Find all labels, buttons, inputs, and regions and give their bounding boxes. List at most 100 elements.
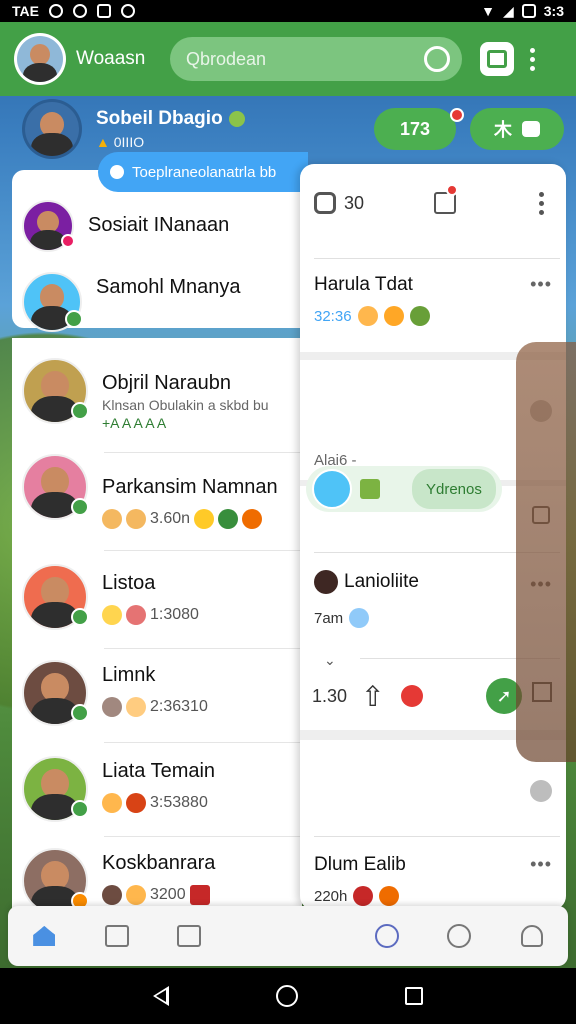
calendar-icon[interactable] [103, 922, 131, 950]
message-preview-text: Toeplraneolanatrla bb [132, 163, 277, 181]
emoji-icon [102, 509, 122, 529]
chat-name: Listoa [102, 572, 156, 594]
avatar [22, 454, 89, 520]
chat-item[interactable]: Parkansim Namnan 3.60n [12, 454, 302, 529]
avatar [22, 848, 89, 914]
avatar [22, 200, 75, 252]
divider [104, 836, 302, 837]
account-avatar[interactable] [14, 33, 66, 85]
header-count: 30 [344, 192, 365, 213]
refresh-icon[interactable] [424, 46, 450, 72]
chat-time: 3:53880 [150, 794, 208, 811]
search-input[interactable]: Qbrodean [170, 37, 462, 81]
typing-label: Ydrenos [412, 469, 496, 509]
avatar [22, 358, 89, 424]
more-icon[interactable]: ••• [530, 274, 552, 295]
chat-time: 3200 [150, 886, 186, 903]
emoji-icon [102, 793, 122, 813]
overflow-menu-icon[interactable] [530, 47, 535, 71]
count-pill-button[interactable]: 173 [374, 108, 456, 150]
recents-icon[interactable] [404, 987, 423, 1005]
pin-outline-icon[interactable]: ⇧ [361, 680, 384, 713]
home-icon[interactable] [30, 922, 58, 950]
search-placeholder: Qbrodean [186, 48, 267, 69]
chat-item[interactable]: Koskbanrara 3200 [12, 848, 302, 914]
inbox-button[interactable] [480, 42, 514, 76]
chat-name: Limnk [102, 664, 156, 686]
chat-reactions: +A A A A A [102, 415, 167, 431]
conversation-name: Lanioliite [344, 571, 419, 592]
chat-name: Parkansim Namnan [102, 476, 278, 498]
emoji-icon [126, 793, 146, 813]
emoji-icon [349, 608, 370, 628]
chat-name: Objril Naraubn [102, 372, 231, 394]
count-pill-label: 173 [399, 118, 431, 139]
timer-icon[interactable] [314, 192, 336, 214]
emoji-icon [409, 306, 430, 326]
avatar [314, 570, 338, 594]
pinned-chat-2[interactable]: Samohl Mnanya [12, 272, 302, 332]
chat-item[interactable]: Liata Temain 3:53880 [12, 756, 302, 822]
conversation-time: 32:36 [314, 307, 352, 325]
chat-name: Sosiait INanaan [88, 214, 230, 236]
more-icon[interactable]: ••• [530, 574, 552, 595]
online-dot [65, 310, 83, 328]
conversation-item[interactable]: Dlum Ealib 220h ••• [300, 854, 566, 906]
notification-icon [48, 4, 63, 18]
chat-preview: Klnsan Obulakin a skbd bu [102, 397, 269, 413]
chat-name: Samohl Mnanya [96, 276, 241, 298]
inbox-icon [487, 50, 507, 68]
dot-icon [110, 165, 124, 179]
chat-item[interactable]: Listoa 1:3080 [12, 564, 302, 630]
back-icon[interactable] [153, 986, 170, 1006]
emoji-icon [102, 885, 122, 905]
typing-indicator[interactable]: Ydrenos [306, 466, 502, 512]
emoji-icon [357, 306, 378, 326]
status-circle-icon [530, 780, 552, 802]
favorites-icon[interactable] [445, 922, 473, 950]
emoji-icon [126, 605, 146, 625]
online-dot [71, 608, 89, 626]
chat-screen: Woaasn Qbrodean Sobeil Dbagio ▲ 0IIIO 17… [0, 22, 576, 968]
message-preview-pill[interactable]: Toeplraneolanatrla bb [98, 152, 308, 192]
status-circle-icon [530, 400, 552, 422]
search-icon[interactable] [373, 922, 401, 950]
profile-icon[interactable] [518, 922, 546, 950]
system-navigation [0, 968, 576, 1024]
wifi-icon: ▼ [481, 3, 495, 19]
home-button-icon[interactable] [275, 985, 298, 1007]
avatar [312, 469, 352, 509]
profile-avatar[interactable] [22, 99, 82, 159]
emoji-icon [242, 509, 263, 529]
mail-icon[interactable] [175, 922, 203, 950]
chevron-down-icon[interactable]: ⌄ [324, 652, 336, 669]
app-bar: Woaasn Qbrodean [0, 22, 576, 96]
emoji-icon [218, 509, 239, 529]
pin-icon[interactable] [400, 685, 423, 707]
conversation-item[interactable] [300, 780, 566, 804]
chat-time: 3.60n [150, 510, 191, 527]
online-dot [71, 800, 89, 818]
more-icon[interactable]: ••• [530, 854, 552, 875]
sync-icon [72, 4, 87, 18]
status-dot [61, 234, 75, 248]
conversation-item[interactable]: Harula Tdat 32:36 ••• [300, 274, 566, 326]
chat-item[interactable]: Limnk 2:36310 [12, 660, 302, 726]
chat-item[interactable]: Objril Naraubn Klnsan Obulakin a skbd bu… [12, 358, 302, 431]
action-pill-button[interactable]: 木 [470, 108, 564, 150]
gift-icon [189, 885, 210, 905]
chat-list: Objril Naraubn Klnsan Obulakin a skbd bu… [12, 338, 302, 932]
panel-menu-icon[interactable] [539, 191, 544, 215]
avatar [22, 756, 89, 822]
expand-icon[interactable] [532, 682, 552, 702]
conversation-time: 7am [314, 609, 344, 627]
select-checkbox[interactable] [532, 506, 550, 524]
send-button[interactable]: ➚ [486, 678, 522, 714]
conversation-item[interactable] [300, 400, 566, 440]
conversation-actions: 1.30 ⇧ ➚ [300, 668, 566, 724]
conversation-item[interactable]: Lanioliite 7am ••• [300, 570, 566, 628]
panel-header: 30 [300, 184, 566, 218]
divider [104, 648, 302, 649]
section-divider [300, 730, 566, 740]
pinned-chat-1[interactable]: Sosiait INanaan [12, 200, 302, 252]
